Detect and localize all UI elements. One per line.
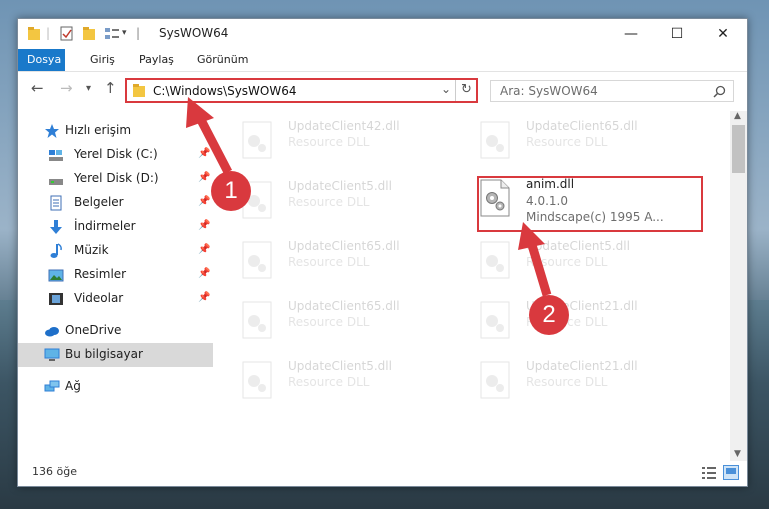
annotation-layer	[186, 97, 552, 297]
annotation-arrowhead-2	[518, 222, 545, 250]
annotation-arrow-1	[196, 115, 232, 175]
step-badge-1: 1	[211, 171, 251, 211]
annotation-arrow-2	[527, 243, 552, 297]
step-badge-2: 2	[529, 295, 569, 335]
